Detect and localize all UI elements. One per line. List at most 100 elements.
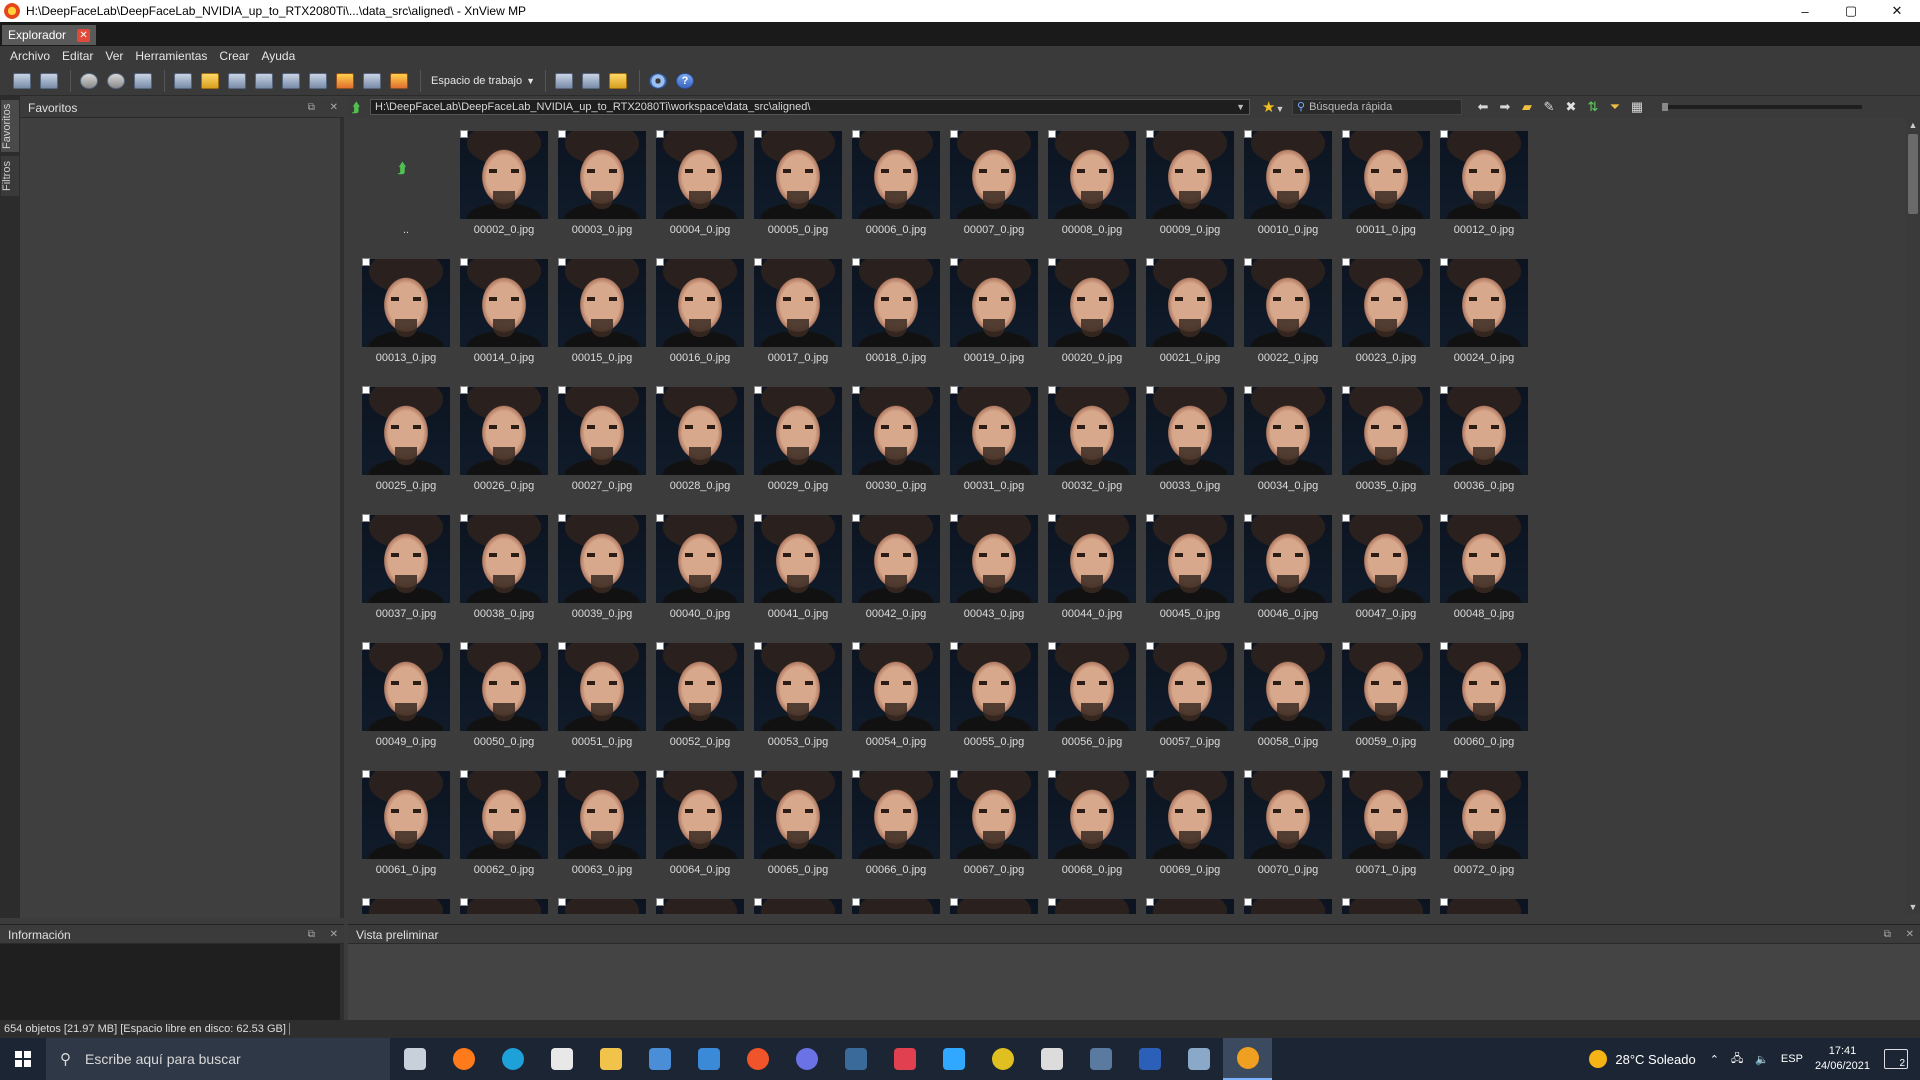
close-panel-icon[interactable]: ✕	[1906, 929, 1914, 940]
transform-button[interactable]	[131, 70, 155, 92]
sort-icon[interactable]: ⇅	[1582, 99, 1604, 115]
favorite-star-icon[interactable]: ★▼	[1262, 98, 1292, 116]
select-checkbox[interactable]	[1244, 514, 1252, 522]
select-checkbox[interactable]	[950, 898, 958, 906]
select-checkbox[interactable]	[852, 898, 860, 906]
workspace-dropdown[interactable]: Espacio de trabajo ▼	[427, 75, 539, 87]
select-checkbox[interactable]	[1244, 770, 1252, 778]
select-checkbox[interactable]	[1244, 258, 1252, 266]
select-checkbox[interactable]	[1048, 898, 1056, 906]
select-checkbox[interactable]	[754, 898, 762, 906]
select-checkbox[interactable]	[754, 642, 762, 650]
select-checkbox[interactable]	[460, 258, 468, 266]
thumbnail-item[interactable]: 00024_0.jpg	[1426, 246, 1546, 374]
select-checkbox[interactable]	[656, 770, 664, 778]
select-checkbox[interactable]	[950, 258, 958, 266]
fullscreen-button[interactable]	[37, 70, 61, 92]
path-input[interactable]: H:\DeepFaceLab\DeepFaceLab_NVIDIA_up_to_…	[370, 99, 1250, 115]
thumbnail-item[interactable]: 00060_0.jpg	[1426, 630, 1546, 758]
menu-archivo[interactable]: Archivo	[4, 49, 56, 63]
menu-ver[interactable]: Ver	[99, 49, 129, 63]
select-checkbox[interactable]	[460, 898, 468, 906]
float-panel-icon[interactable]: ⧉	[308, 929, 315, 940]
taskbar-calculator-button[interactable]	[1076, 1038, 1125, 1080]
quick-search-input[interactable]: ⚲ Búsqueda rápida	[1292, 99, 1462, 115]
close-panel-icon[interactable]: ✕	[330, 929, 338, 940]
thumbnail-item[interactable]: 00036_0.jpg	[1426, 374, 1546, 502]
close-panel-icon[interactable]: ✕	[330, 102, 338, 113]
select-checkbox[interactable]	[1048, 770, 1056, 778]
select-checkbox[interactable]	[1146, 642, 1154, 650]
select-checkbox[interactable]	[656, 130, 664, 138]
select-checkbox[interactable]	[1342, 514, 1350, 522]
select-checkbox[interactable]	[950, 130, 958, 138]
float-panel-icon[interactable]: ⧉	[1884, 929, 1891, 940]
capture-button[interactable]	[360, 70, 384, 92]
taskbar-mail-button[interactable]	[684, 1038, 733, 1080]
select-checkbox[interactable]	[852, 514, 860, 522]
thumbnail-item[interactable]: 00012_0.jpg	[1426, 118, 1546, 246]
scroll-down-icon[interactable]: ▼	[1908, 902, 1918, 912]
select-checkbox[interactable]	[1342, 898, 1350, 906]
help-button[interactable]: ?	[673, 70, 697, 92]
taskbar-discord-button[interactable]	[782, 1038, 831, 1080]
select-checkbox[interactable]	[1342, 258, 1350, 266]
select-checkbox[interactable]	[754, 130, 762, 138]
select-checkbox[interactable]	[1146, 386, 1154, 394]
select-checkbox[interactable]	[950, 386, 958, 394]
start-button[interactable]	[0, 1038, 46, 1080]
select-checkbox[interactable]	[460, 386, 468, 394]
select-checkbox[interactable]	[1244, 130, 1252, 138]
new-folder-icon[interactable]: ▰	[1516, 99, 1538, 115]
tab-explorador[interactable]: Explorador ✕	[2, 25, 97, 45]
move-to-folder-button[interactable]	[198, 70, 222, 92]
select-checkbox[interactable]	[1342, 386, 1350, 394]
scrollbar-thumb[interactable]	[1908, 134, 1918, 214]
back-arrow-icon[interactable]: ⬅	[1472, 99, 1494, 115]
select-checkbox[interactable]	[362, 386, 370, 394]
select-checkbox[interactable]	[362, 258, 370, 266]
view-mode-button[interactable]	[552, 70, 576, 92]
select-checkbox[interactable]	[1440, 130, 1448, 138]
select-checkbox[interactable]	[852, 642, 860, 650]
rename-icon[interactable]: ✎	[1538, 99, 1560, 115]
select-checkbox[interactable]	[950, 642, 958, 650]
select-checkbox[interactable]	[558, 258, 566, 266]
taskbar-tool-app-button[interactable]	[1174, 1038, 1223, 1080]
select-checkbox[interactable]	[1342, 642, 1350, 650]
select-checkbox[interactable]	[656, 898, 664, 906]
select-checkbox[interactable]	[1244, 386, 1252, 394]
select-checkbox[interactable]	[656, 514, 664, 522]
select-checkbox[interactable]	[1146, 130, 1154, 138]
notifications-button[interactable]: 2	[1884, 1049, 1908, 1069]
select-checkbox[interactable]	[558, 386, 566, 394]
thumbnail-item[interactable]: 00048_0.jpg	[1426, 502, 1546, 630]
go-up-folder-icon[interactable]: ⮭	[352, 100, 366, 115]
taskbar-photoshop-button[interactable]	[929, 1038, 978, 1080]
rotate-right-button[interactable]	[104, 70, 128, 92]
select-checkbox[interactable]	[852, 130, 860, 138]
slideshow-button[interactable]	[306, 70, 330, 92]
select-checkbox[interactable]	[1440, 386, 1448, 394]
menu-editar[interactable]: Editar	[56, 49, 99, 63]
select-checkbox[interactable]	[558, 514, 566, 522]
select-checkbox[interactable]	[852, 258, 860, 266]
taskbar-xnview-button[interactable]	[1223, 1038, 1272, 1080]
forward-arrow-icon[interactable]: ➡	[1494, 99, 1516, 115]
select-checkbox[interactable]	[852, 386, 860, 394]
select-checkbox[interactable]	[1048, 258, 1056, 266]
layout-button[interactable]	[579, 70, 603, 92]
select-checkbox[interactable]	[1440, 642, 1448, 650]
network-icon[interactable]: 🖧	[1731, 1050, 1743, 1069]
select-checkbox[interactable]	[1048, 642, 1056, 650]
thumbnail-item[interactable]: 00072_0.jpg	[1426, 758, 1546, 886]
select-checkbox[interactable]	[1048, 386, 1056, 394]
printer-button[interactable]	[252, 70, 276, 92]
select-checkbox[interactable]	[754, 514, 762, 522]
select-checkbox[interactable]	[460, 514, 468, 522]
select-checkbox[interactable]	[362, 898, 370, 906]
select-checkbox[interactable]	[1048, 514, 1056, 522]
select-checkbox[interactable]	[1146, 770, 1154, 778]
vertical-scrollbar[interactable]: ▲ ▼	[1906, 118, 1920, 914]
select-checkbox[interactable]	[362, 514, 370, 522]
